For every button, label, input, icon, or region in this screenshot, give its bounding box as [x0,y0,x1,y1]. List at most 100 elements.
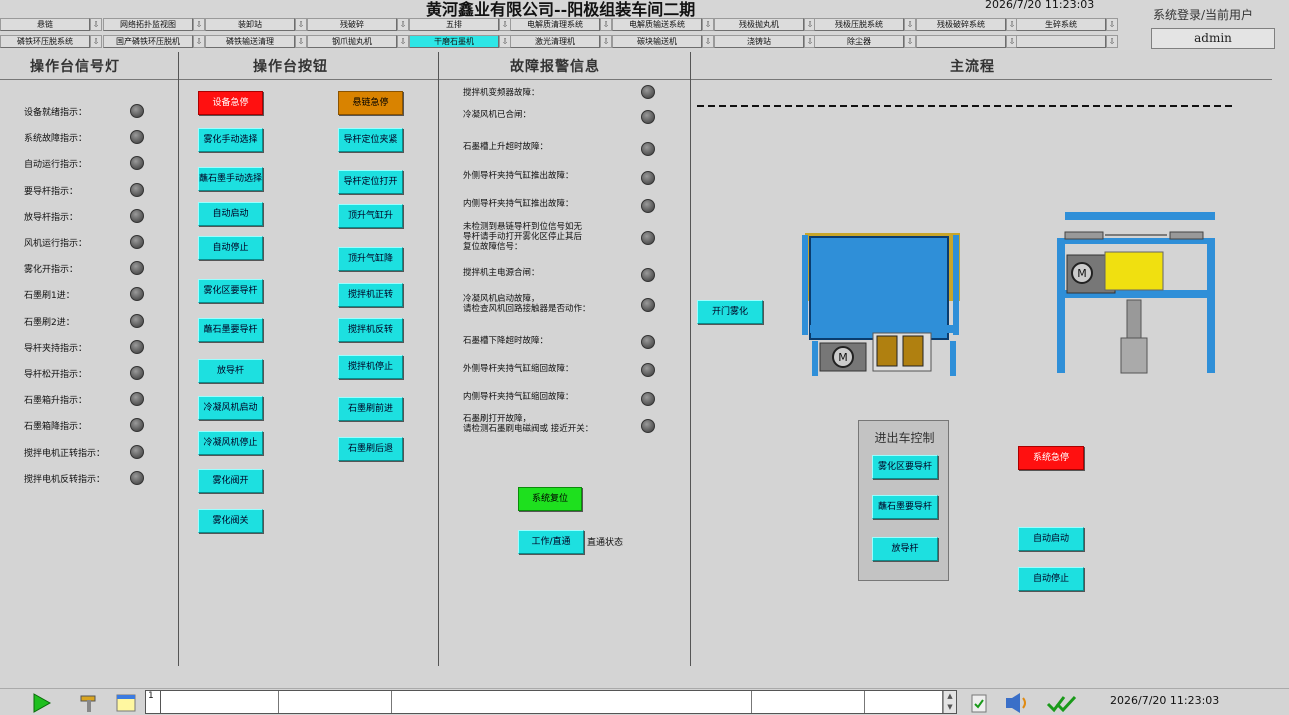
nav-dropdown-arrow-icon[interactable]: ⇩ [295,18,307,31]
console-button[interactable]: 冷凝风机启动 [198,396,263,420]
open-mist-button[interactable]: 开门雾化 [697,300,763,324]
console-button[interactable]: 石墨刷前进 [338,397,403,421]
console-button[interactable]: 雾化阀关 [198,509,263,533]
nav-dropdown-arrow-icon[interactable]: ⇩ [295,35,307,48]
fault-label: 搅拌机变频器故障： [463,88,540,98]
current-user-field[interactable]: admin [1151,28,1275,49]
column-divider [178,52,179,666]
nav-button[interactable]: 残极破碎系统 [916,18,1006,31]
nav-button[interactable]: 钢爪抛丸机 [307,35,397,48]
nav-button[interactable]: 浇铸站 [714,35,804,48]
nav-button[interactable]: 五排 [409,18,499,31]
nav-dropdown-arrow-icon[interactable]: ⇩ [1106,18,1118,31]
nav-button[interactable]: 干磨石墨机 [409,35,499,48]
nav-dropdown-arrow-icon[interactable]: ⇩ [1106,35,1118,48]
signal-label: 要导杆指示： [24,186,79,197]
nav-button[interactable]: 碳块输送机 [612,35,702,48]
console-button[interactable]: 蘸石墨手动选择 [198,167,263,191]
tools-icon[interactable] [78,692,100,714]
console-button[interactable]: 自动停止 [198,236,263,260]
console-button[interactable]: 搅拌机正转 [338,283,403,307]
console-button[interactable]: 石墨刷后退 [338,437,403,461]
console-button[interactable]: 导杆定位打开 [338,170,403,194]
signal-lamp-indicator [130,156,144,171]
console-button[interactable]: 搅拌机反转 [338,318,403,342]
nav-dropdown-arrow-icon[interactable]: ⇩ [702,35,714,48]
signal-label: 石墨箱升指示： [24,396,88,407]
nav-button[interactable]: 电解质输送系统 [612,18,702,31]
console-button[interactable]: 雾化区要导杆 [198,279,263,303]
nav-button[interactable] [1016,35,1106,48]
nav-dropdown-arrow-icon[interactable]: ⇩ [600,18,612,31]
nav-button[interactable]: 电解质清理系统 [510,18,600,31]
nav-button[interactable]: 磷铁环压脱系统 [0,35,90,48]
nav-button[interactable]: 激光清理机 [510,35,600,48]
main-auto-stop-button[interactable]: 自动停止 [1018,567,1084,591]
main-flow-title: 主流程 [950,59,995,75]
top-clock: 2026/7/20 11:23:03 [985,0,1095,11]
message-cell [392,691,752,713]
nav-button[interactable]: 生碎系统 [1016,18,1106,31]
main-auto-start-button[interactable]: 自动启动 [1018,527,1084,551]
nav-button[interactable]: 除尘器 [814,35,904,48]
car-mist-zone-rod-button[interactable]: 雾化区要导杆 [872,455,938,479]
nav-button[interactable]: 残极压脱系统 [814,18,904,31]
nav-button[interactable]: 残极抛丸机 [714,18,804,31]
console-button[interactable]: 自动启动 [198,202,263,226]
nav-dropdown-arrow-icon[interactable]: ⇩ [193,18,205,31]
console-button[interactable]: 导杆定位夹紧 [338,128,403,152]
nav-button[interactable]: 磷铁输送清理 [205,35,295,48]
nav-button[interactable]: 残破碎 [307,18,397,31]
nav-dropdown-arrow-icon[interactable]: ⇩ [90,35,102,48]
clipboard-check-icon[interactable] [968,692,990,714]
chain-estop-button[interactable]: 悬链急停 [338,91,403,115]
signal-lamp-indicator [130,418,144,433]
console-button[interactable]: 顶升气缸降 [338,247,403,271]
window-icon[interactable] [115,692,137,714]
nav-button[interactable]: 装卸站 [205,18,295,31]
system-reset-button[interactable]: 系统复位 [518,487,582,511]
signal-lamp-indicator [130,182,144,197]
nav-dropdown-arrow-icon[interactable]: ⇩ [90,18,102,31]
signal-lamp-indicator [130,104,144,118]
nav-dropdown-arrow-icon[interactable]: ⇩ [397,18,409,31]
signal-label: 自动运行指示： [24,160,88,171]
console-button[interactable]: 雾化手动选择 [198,128,263,152]
nav-button[interactable]: 悬链 [0,18,90,31]
work-mode-button[interactable]: 工作/直通 [518,530,584,554]
fault-lamp-indicator [641,142,655,156]
message-scrollbar[interactable]: ▲ ▼ [943,691,956,713]
fault-label: 外侧导杆夹持气缸缩回故障： [463,364,574,374]
nav-button[interactable]: 网络拓扑监视图 [103,18,193,31]
nav-button[interactable] [916,35,1006,48]
car-graphite-rod-button[interactable]: 蘸石墨要导杆 [872,495,938,519]
signal-lamp-indicator [130,287,144,302]
system-estop-button[interactable]: 系统急停 [1018,446,1084,470]
fault-lamp-indicator [641,85,655,99]
console-button[interactable]: 顶升气缸升 [338,204,403,228]
nav-button[interactable]: 国产磷铁环压脱机 [103,35,193,48]
console-button[interactable]: 蘸石墨要导杆 [198,318,263,342]
console-button[interactable]: 雾化阀开 [198,469,263,493]
nav-dropdown-arrow-icon[interactable]: ⇩ [904,18,916,31]
fault-label: 冷凝风机启动故障， 请检查风机回路接触器是否动作： [463,294,591,314]
login-label[interactable]: 系统登录/当前用户 [1153,6,1253,23]
fault-label: 石墨槽下降超时故障： [463,336,549,346]
nav-dropdown-arrow-icon[interactable]: ⇩ [193,35,205,48]
equipment-estop-button[interactable]: 设备急停 [198,91,263,115]
nav-dropdown-arrow-icon[interactable]: ⇩ [600,35,612,48]
nav-dropdown-arrow-icon[interactable]: ⇩ [904,35,916,48]
console-button[interactable]: 放导杆 [198,359,263,383]
car-release-rod-button[interactable]: 放导杆 [872,537,938,561]
alarm-message-list[interactable]: 1 ▲ ▼ [145,690,957,714]
console-button[interactable]: 搅拌机停止 [338,355,403,379]
acknowledge-all-icon[interactable] [1045,692,1079,714]
run-play-icon[interactable] [30,692,52,714]
signals-panel-title: 操作台信号灯 [30,59,120,75]
nav-dropdown-arrow-icon[interactable]: ⇩ [702,18,714,31]
console-button[interactable]: 冷凝风机停止 [198,431,263,455]
column-divider [438,52,439,666]
fault-label: 内侧导杆夹持气缸缩回故障： [463,392,574,402]
nav-dropdown-arrow-icon[interactable]: ⇩ [397,35,409,48]
alarm-sound-icon[interactable] [1000,692,1034,714]
